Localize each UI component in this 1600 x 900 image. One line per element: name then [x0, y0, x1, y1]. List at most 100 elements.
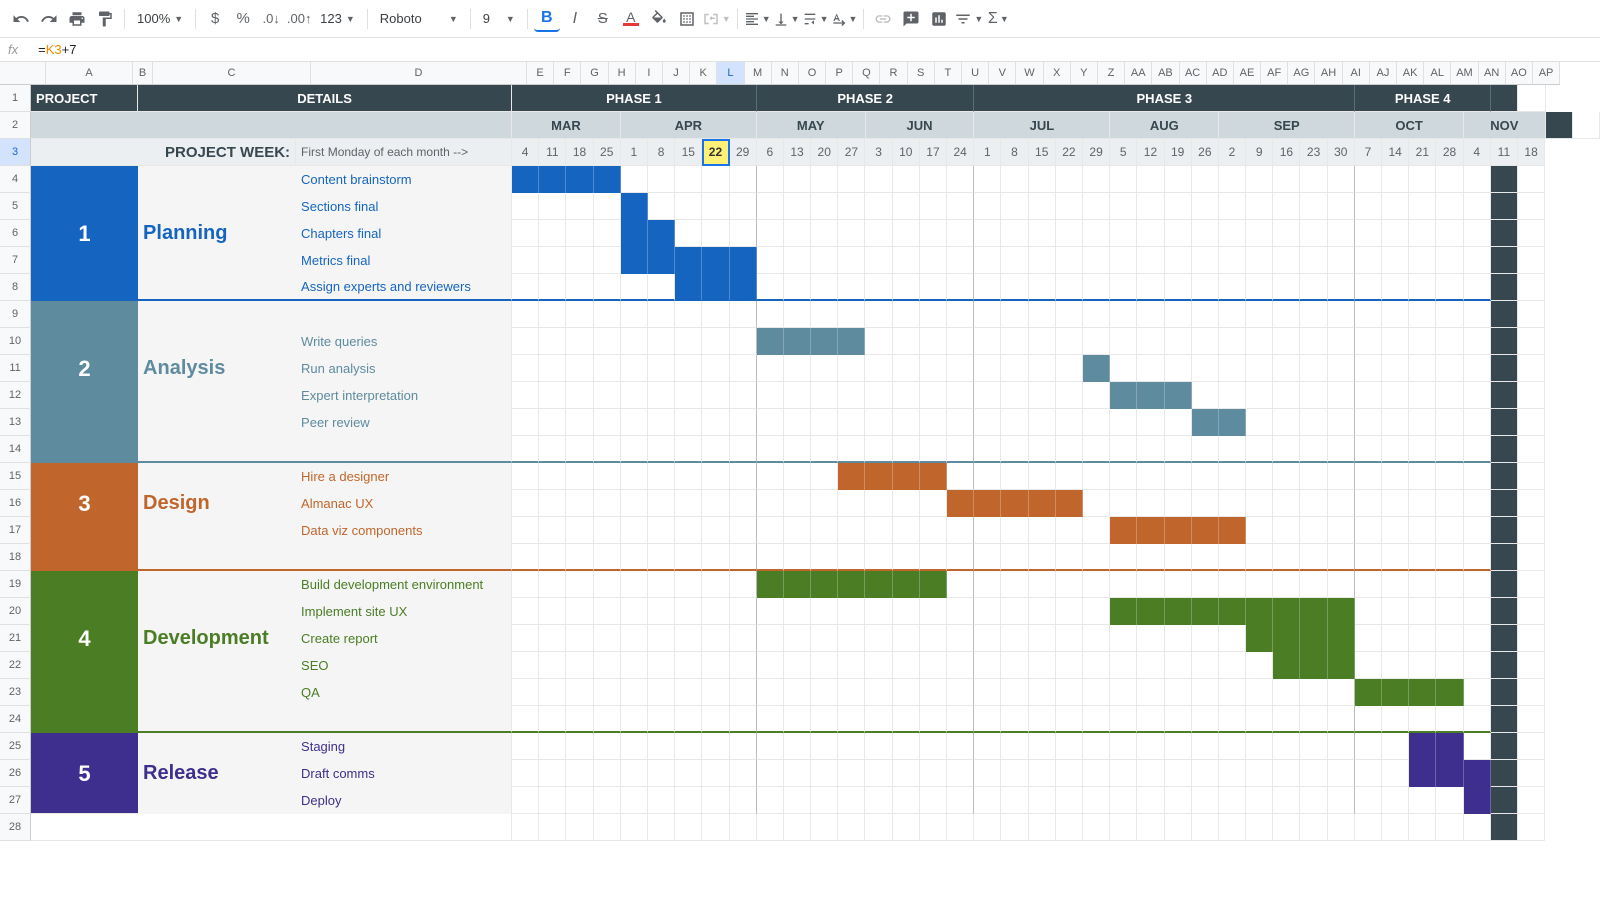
gantt-cell[interactable]: [539, 733, 566, 760]
filter-button[interactable]: ▼: [954, 6, 983, 32]
gantt-cell[interactable]: [730, 598, 757, 625]
col-header-K[interactable]: K: [690, 62, 717, 85]
gantt-cell[interactable]: [784, 598, 811, 625]
col-header-AI[interactable]: AI: [1343, 62, 1370, 85]
task-label[interactable]: Staging: [296, 733, 512, 760]
col-header-P[interactable]: P: [826, 62, 853, 85]
gantt-cell[interactable]: [811, 598, 838, 625]
stage-name[interactable]: [138, 166, 296, 193]
gantt-cell[interactable]: [865, 760, 892, 787]
gantt-cell[interactable]: [594, 436, 621, 463]
day-header[interactable]: 4: [512, 139, 539, 166]
stage-num[interactable]: 5: [31, 760, 138, 787]
gantt-cell[interactable]: [1165, 625, 1192, 652]
gantt-cell[interactable]: [594, 787, 621, 814]
gantt-cell[interactable]: [648, 679, 675, 706]
v-align-button[interactable]: ▼: [773, 6, 800, 32]
gantt-cell[interactable]: [974, 598, 1001, 625]
gantt-cell[interactable]: [594, 355, 621, 382]
print-button[interactable]: [64, 6, 90, 32]
gantt-cell[interactable]: [1246, 490, 1273, 517]
gantt-cell[interactable]: [1029, 733, 1056, 760]
gantt-cell[interactable]: [1001, 571, 1028, 598]
gantt-cell[interactable]: [1192, 463, 1219, 490]
gantt-cell[interactable]: [1165, 598, 1192, 625]
gantt-cell[interactable]: [1029, 760, 1056, 787]
gantt-cell[interactable]: [1246, 463, 1273, 490]
gantt-cell[interactable]: [1382, 274, 1409, 301]
gantt-cell[interactable]: [594, 193, 621, 220]
gantt-cell[interactable]: [920, 355, 947, 382]
col-header-AD[interactable]: AD: [1207, 62, 1234, 85]
gantt-cell[interactable]: [1219, 301, 1246, 328]
gantt-cell[interactable]: [730, 625, 757, 652]
gantt-cell[interactable]: [512, 166, 539, 193]
task-label[interactable]: Sections final: [296, 193, 512, 220]
gantt-cell[interactable]: [1110, 355, 1137, 382]
gantt-cell[interactable]: [1056, 301, 1083, 328]
gantt-cell[interactable]: [1436, 517, 1463, 544]
header-blank[interactable]: [31, 112, 512, 139]
stage-num[interactable]: [31, 706, 138, 733]
gantt-cell[interactable]: [675, 193, 702, 220]
gantt-cell[interactable]: [1464, 463, 1491, 490]
gantt-cell[interactable]: [1464, 733, 1491, 760]
gantt-cell[interactable]: [811, 274, 838, 301]
gantt-cell[interactable]: [784, 220, 811, 247]
gantt-cell[interactable]: [594, 652, 621, 679]
col-header-R[interactable]: R: [880, 62, 907, 85]
gantt-cell[interactable]: [947, 652, 974, 679]
gantt-cell[interactable]: [539, 571, 566, 598]
gantt-cell[interactable]: [1273, 301, 1300, 328]
gantt-cell[interactable]: [1382, 247, 1409, 274]
gantt-cell[interactable]: [920, 490, 947, 517]
gantt-cell[interactable]: [1436, 625, 1463, 652]
gantt-cell[interactable]: [1409, 517, 1436, 544]
gantt-cell[interactable]: [1029, 247, 1056, 274]
row-header-18[interactable]: 18: [0, 544, 31, 571]
gantt-cell[interactable]: [648, 355, 675, 382]
gantt-cell[interactable]: [1056, 490, 1083, 517]
gantt-cell[interactable]: [730, 247, 757, 274]
gantt-cell[interactable]: [1001, 760, 1028, 787]
gantt-cell[interactable]: [1001, 463, 1028, 490]
gantt-cell[interactable]: [1328, 625, 1355, 652]
row-header-11[interactable]: 11: [0, 355, 31, 382]
stage-num[interactable]: [31, 436, 138, 463]
gantt-cell[interactable]: [730, 301, 757, 328]
stage-num[interactable]: 4: [31, 625, 138, 652]
col-header-X[interactable]: X: [1044, 62, 1071, 85]
undo-button[interactable]: [8, 6, 34, 32]
gantt-cell[interactable]: [702, 760, 729, 787]
gantt-cell[interactable]: [1110, 328, 1137, 355]
gantt-cell[interactable]: [648, 436, 675, 463]
gantt-cell[interactable]: [1029, 652, 1056, 679]
gantt-cell[interactable]: [1328, 247, 1355, 274]
gantt-cell[interactable]: [974, 733, 1001, 760]
gantt-cell[interactable]: [730, 490, 757, 517]
gantt-cell[interactable]: [1355, 733, 1382, 760]
gantt-cell[interactable]: [1219, 463, 1246, 490]
gantt-cell[interactable]: [1355, 247, 1382, 274]
gantt-cell[interactable]: [920, 436, 947, 463]
gantt-cell[interactable]: [730, 652, 757, 679]
gantt-cell[interactable]: [893, 301, 920, 328]
gantt-cell[interactable]: [865, 544, 892, 571]
gantt-cell[interactable]: [1328, 193, 1355, 220]
gantt-cell[interactable]: [1464, 193, 1491, 220]
gantt-cell[interactable]: [1382, 409, 1409, 436]
gantt-cell[interactable]: [757, 517, 784, 544]
row-header-28[interactable]: 28: [0, 814, 31, 841]
day-header[interactable]: 10: [893, 139, 920, 166]
gantt-cell[interactable]: [675, 166, 702, 193]
gantt-cell[interactable]: [757, 787, 784, 814]
gantt-cell[interactable]: [566, 328, 593, 355]
gantt-cell[interactable]: [1083, 436, 1110, 463]
gantt-cell[interactable]: [1056, 787, 1083, 814]
gantt-cell[interactable]: [1029, 544, 1056, 571]
col-header-AA[interactable]: AA: [1125, 62, 1152, 85]
gantt-cell[interactable]: [757, 220, 784, 247]
row-header-12[interactable]: 12: [0, 382, 31, 409]
gantt-cell[interactable]: [1083, 679, 1110, 706]
stage-num[interactable]: [31, 463, 138, 490]
